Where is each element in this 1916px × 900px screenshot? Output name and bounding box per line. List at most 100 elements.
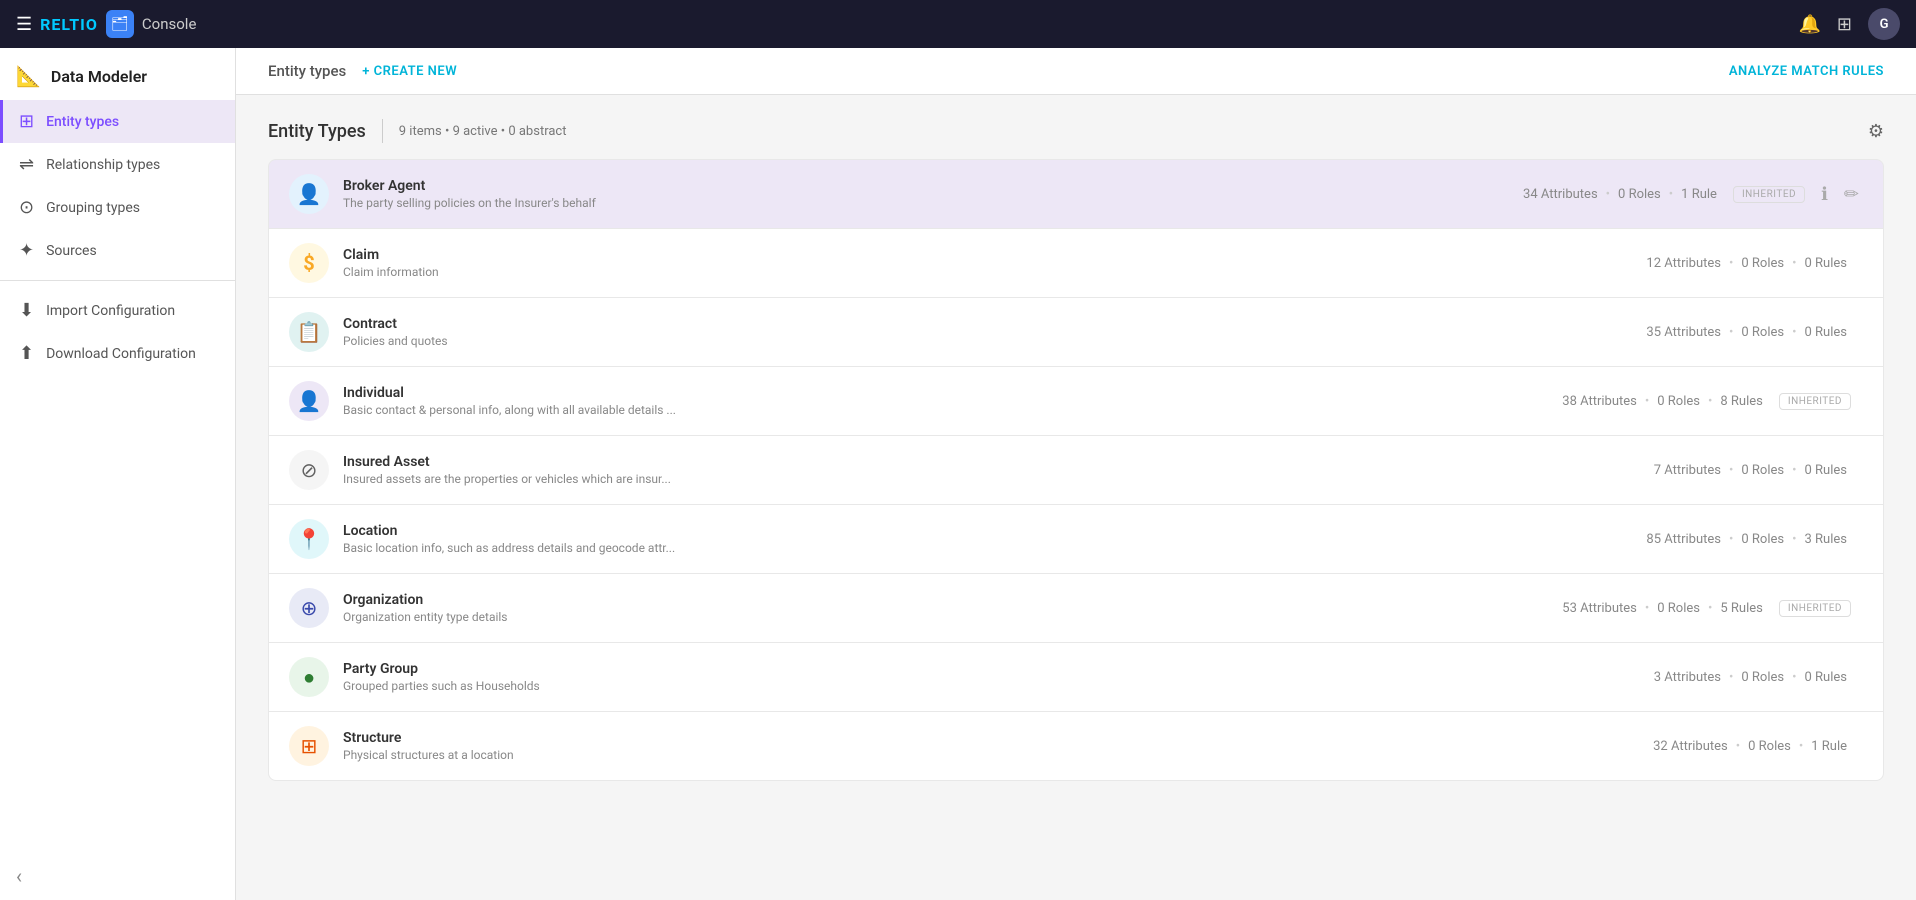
entity-icon-broker-agent: 👤 xyxy=(289,174,329,214)
entity-desc-location: Basic location info, such as address det… xyxy=(343,541,1646,555)
entity-icon-individual: 👤 xyxy=(289,381,329,421)
entity-info-individual: Individual Basic contact & personal info… xyxy=(343,385,1562,417)
sidebar-bottom: ⬇ Import Configuration ⬆ Download Config… xyxy=(0,289,235,391)
sidebar-label-sources: Sources xyxy=(46,243,97,259)
dot-1: • xyxy=(1645,394,1649,409)
entity-row-contract[interactable]: 📋 Contract Policies and quotes 35 Attrib… xyxy=(268,297,1884,366)
notification-icon[interactable]: 🔔 xyxy=(1798,14,1820,35)
sidebar-item-grouping-types[interactable]: ⊙ Grouping types xyxy=(0,186,235,229)
roles-count: 0 Roles xyxy=(1741,532,1784,547)
attributes-count: 3 Attributes xyxy=(1654,670,1721,685)
section-title: Entity Types xyxy=(268,121,366,142)
entity-info-contract: Contract Policies and quotes xyxy=(343,316,1646,348)
entity-row-structure[interactable]: ⊞ Structure Physical structures at a loc… xyxy=(268,711,1884,781)
sidebar-header: 📐 Data Modeler xyxy=(0,48,235,100)
download-config-icon: ⬆ xyxy=(19,343,34,364)
sidebar-collapse-button[interactable]: ‹ xyxy=(0,852,235,900)
data-modeler-icon: 📐 xyxy=(16,64,41,88)
inherited-badge: INHERITED xyxy=(1733,186,1805,203)
section-divider xyxy=(382,119,383,143)
rules-count: 5 Rules xyxy=(1720,601,1762,616)
entity-desc-broker-agent: The party selling policies on the Insure… xyxy=(343,196,1523,210)
section-meta: 9 items • 9 active • 0 abstract xyxy=(399,124,567,139)
entity-list: 👤 Broker Agent The party selling policie… xyxy=(268,159,1884,781)
rules-count: 0 Rules xyxy=(1805,463,1847,478)
entity-icon-organization: ⊕ xyxy=(289,588,329,628)
rules-count: 0 Rules xyxy=(1805,256,1847,271)
create-new-label: + CREATE NEW xyxy=(362,64,457,79)
entity-name-individual: Individual xyxy=(343,385,1562,401)
content-area: Entity Types 9 items • 9 active • 0 abst… xyxy=(236,95,1916,900)
sidebar-label-entity-types: Entity types xyxy=(46,114,119,130)
avatar[interactable]: G xyxy=(1868,8,1900,40)
roles-count: 0 Roles xyxy=(1741,325,1784,340)
main-content: Entity types + CREATE NEW ANALYZE MATCH … xyxy=(236,0,1916,900)
dot-2: • xyxy=(1792,532,1796,547)
attributes-count: 85 Attributes xyxy=(1646,532,1721,547)
sidebar-item-relationship-types[interactable]: ⇌ Relationship types xyxy=(0,143,235,186)
info-button[interactable]: ℹ xyxy=(1817,180,1832,209)
entity-stats-location: 85 Attributes • 0 Roles • 3 Rules xyxy=(1646,532,1847,547)
topbar: ☰ RELTIO 🗂 Console 🔔 ⊞ G xyxy=(0,0,1916,48)
entity-name-structure: Structure xyxy=(343,730,1653,746)
entity-desc-contract: Policies and quotes xyxy=(343,334,1646,348)
app-icon-box: 🗂 xyxy=(106,10,134,38)
roles-count: 0 Roles xyxy=(1657,601,1700,616)
entity-row-broker-agent[interactable]: 👤 Broker Agent The party selling policie… xyxy=(268,159,1884,228)
rules-count: 0 Rules xyxy=(1805,325,1847,340)
entity-name-insured-asset: Insured Asset xyxy=(343,454,1654,470)
entity-icon-contract: 📋 xyxy=(289,312,329,352)
roles-count: 0 Roles xyxy=(1741,463,1784,478)
dot-2: • xyxy=(1669,187,1673,202)
sidebar-label-download-configuration: Download Configuration xyxy=(46,346,196,362)
entity-name-claim: Claim xyxy=(343,247,1646,263)
dot-2: • xyxy=(1799,739,1803,754)
entity-name-location: Location xyxy=(343,523,1646,539)
import-config-icon: ⬇ xyxy=(19,300,34,321)
rules-count: 1 Rule xyxy=(1811,739,1847,754)
entity-row-insured-asset[interactable]: ⊘ Insured Asset Insured assets are the p… xyxy=(268,435,1884,504)
entity-name-broker-agent: Broker Agent xyxy=(343,178,1523,194)
entity-desc-individual: Basic contact & personal info, along wit… xyxy=(343,403,1562,417)
filter-icon[interactable]: ⚙ xyxy=(1868,121,1884,142)
analyze-match-rules-button[interactable]: ANALYZE MATCH RULES xyxy=(1729,64,1884,79)
edit-button[interactable]: ✏ xyxy=(1840,180,1863,209)
entity-info-party-group: Party Group Grouped parties such as Hous… xyxy=(343,661,1654,693)
entity-row-organization[interactable]: ⊕ Organization Organization entity type … xyxy=(268,573,1884,642)
entity-desc-claim: Claim information xyxy=(343,265,1646,279)
sidebar-item-sources[interactable]: ✦ Sources xyxy=(0,229,235,272)
sidebar-item-download-configuration[interactable]: ⬆ Download Configuration xyxy=(0,332,235,375)
grid-icon[interactable]: ⊞ xyxy=(1837,14,1852,35)
section-header: Entity Types 9 items • 9 active • 0 abst… xyxy=(268,119,1884,143)
entity-row-individual[interactable]: 👤 Individual Basic contact & personal in… xyxy=(268,366,1884,435)
dot-2: • xyxy=(1792,325,1796,340)
dot-1: • xyxy=(1645,601,1649,616)
sidebar-item-entity-types[interactable]: ⊞ Entity types xyxy=(0,100,235,143)
sources-icon: ✦ xyxy=(19,240,34,261)
dot-2: • xyxy=(1708,394,1712,409)
rules-count: 0 Rules xyxy=(1805,670,1847,685)
entity-info-organization: Organization Organization entity type de… xyxy=(343,592,1562,624)
entity-row-location[interactable]: 📍 Location Basic location info, such as … xyxy=(268,504,1884,573)
entity-stats-contract: 35 Attributes • 0 Roles • 0 Rules xyxy=(1646,325,1847,340)
entity-stats-individual: 38 Attributes • 0 Roles • 8 Rules xyxy=(1562,394,1763,409)
entity-actions: ℹ ✏ xyxy=(1817,180,1863,209)
sidebar-item-import-configuration[interactable]: ⬇ Import Configuration xyxy=(0,289,235,332)
entity-desc-party-group: Grouped parties such as Households xyxy=(343,679,1654,693)
create-new-button[interactable]: + CREATE NEW xyxy=(362,64,457,79)
entity-row-party-group[interactable]: ● Party Group Grouped parties such as Ho… xyxy=(268,642,1884,711)
menu-icon[interactable]: ☰ xyxy=(16,14,32,35)
topbar-right: 🔔 ⊞ G xyxy=(1798,8,1900,40)
entity-row-claim[interactable]: $ Claim Claim information 12 Attributes … xyxy=(268,228,1884,297)
page-header-title: Entity types xyxy=(268,62,346,80)
roles-count: 0 Roles xyxy=(1618,187,1661,202)
sidebar-nav: ⊞ Entity types ⇌ Relationship types ⊙ Gr… xyxy=(0,100,235,852)
entity-stats-organization: 53 Attributes • 0 Roles • 5 Rules xyxy=(1562,601,1763,616)
entity-info-claim: Claim Claim information xyxy=(343,247,1646,279)
attributes-count: 38 Attributes xyxy=(1562,394,1637,409)
attributes-count: 35 Attributes xyxy=(1646,325,1721,340)
entity-info-insured-asset: Insured Asset Insured assets are the pro… xyxy=(343,454,1654,486)
grouping-types-icon: ⊙ xyxy=(19,197,34,218)
entity-icon-insured-asset: ⊘ xyxy=(289,450,329,490)
entity-info-location: Location Basic location info, such as ad… xyxy=(343,523,1646,555)
